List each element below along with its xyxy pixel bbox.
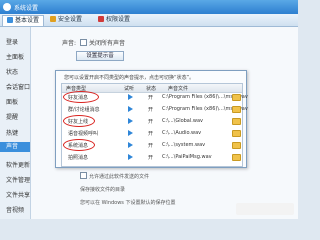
sidebar: 登录 主面板 状态 会话窗口 面板 提醒 热键 声音 软件更新 文件管理 文件共… bbox=[0, 27, 31, 219]
sound-status[interactable]: 开 bbox=[148, 130, 153, 137]
sound-type: 群/讨论组消息 bbox=[68, 107, 100, 113]
shield-icon bbox=[50, 16, 56, 22]
sound-type: 语音视频呼叫 bbox=[68, 131, 99, 137]
play-icon[interactable] bbox=[128, 118, 133, 124]
tab-security-label: 安全设置 bbox=[58, 16, 83, 23]
lock-icon bbox=[98, 16, 104, 22]
play-icon[interactable] bbox=[128, 142, 133, 148]
tab-security-settings[interactable]: 安全设置 bbox=[50, 15, 82, 25]
sidebar-item-av[interactable]: 音视频 bbox=[6, 205, 24, 214]
checkbox-box[interactable] bbox=[80, 172, 87, 179]
sound-status[interactable]: 开 bbox=[148, 154, 153, 161]
save-dir-label: 保存接收文件的目录 bbox=[80, 187, 126, 193]
tab-basic-settings[interactable]: 基本设置 bbox=[2, 15, 45, 26]
column-header-file[interactable]: 声音文件 bbox=[168, 85, 188, 92]
highlight-circle bbox=[63, 91, 99, 103]
table-row[interactable]: 群/讨论组消息 开 C:\Program Files (x86)\...\msg… bbox=[62, 105, 248, 114]
folder-icon[interactable] bbox=[232, 106, 241, 113]
folder-icon[interactable] bbox=[232, 94, 241, 101]
save-location-hint: 您可以在 Windows 下设置默认的保存位置 bbox=[80, 200, 176, 206]
table-row[interactable]: 拍照消息 开 C:\...\PaiPaiMsg.wav bbox=[62, 153, 242, 162]
sound-settings-dialog: 您可以设置开启不同类型的声音提示，点击可切换“状态”。 声音类型 试听 状态 声… bbox=[55, 70, 248, 168]
folder-icon[interactable] bbox=[232, 154, 241, 161]
folder-icon[interactable] bbox=[232, 142, 241, 149]
play-icon[interactable] bbox=[128, 94, 133, 100]
sound-file: C:\...\PaiPaiMsg.wav bbox=[162, 154, 212, 160]
sound-status[interactable]: 开 bbox=[148, 94, 153, 101]
sound-type: 拍照消息 bbox=[68, 155, 89, 161]
play-icon[interactable] bbox=[128, 130, 133, 136]
sound-table: 声音类型 试听 状态 声音文件 好友消息 开 C:\Program Files … bbox=[61, 83, 248, 167]
sidebar-item-update[interactable]: 软件更新 bbox=[6, 160, 30, 169]
folder-icon[interactable] bbox=[232, 118, 241, 125]
highlight-circle bbox=[63, 115, 95, 127]
sidebar-item-main-panel[interactable]: 主面板 bbox=[6, 52, 24, 61]
sidebar-item-hotkey[interactable]: 热键 bbox=[6, 128, 18, 137]
sound-label: 声音: bbox=[62, 40, 77, 47]
tab-permission-settings[interactable]: 权限设置 bbox=[98, 15, 130, 25]
set-tone-button[interactable]: 设置提示音 bbox=[76, 51, 124, 61]
column-header-preview[interactable]: 试听 bbox=[124, 85, 134, 92]
sidebar-item-login[interactable]: 登录 bbox=[6, 37, 18, 46]
dialog-hint: 您可以设置开启不同类型的声音提示，点击可切换“状态”。 bbox=[64, 75, 195, 81]
allow-files-label: 允许通过此软件发送的文件 bbox=[89, 174, 150, 180]
app-logo-icon bbox=[3, 3, 11, 11]
column-header-status[interactable]: 状态 bbox=[146, 85, 156, 92]
table-row[interactable]: 语音视频呼叫 开 C:\...\Audio.wav bbox=[62, 129, 242, 138]
tab-permission-label: 权限设置 bbox=[106, 16, 131, 23]
mute-all-checkbox[interactable]: 关闭所有声音 bbox=[80, 38, 125, 47]
sound-status[interactable]: 开 bbox=[148, 142, 153, 149]
checkbox-box[interactable] bbox=[80, 39, 87, 46]
watermark bbox=[236, 203, 294, 215]
tab-basic-label: 基本设置 bbox=[15, 17, 40, 24]
folder-icon[interactable] bbox=[232, 130, 241, 137]
sound-file: C:\...\Global.wav bbox=[162, 118, 203, 124]
mute-all-label: 关闭所有声音 bbox=[89, 40, 126, 47]
play-icon[interactable] bbox=[128, 154, 133, 160]
window-title: 系统设置 bbox=[14, 5, 39, 12]
title-bar: 系统设置 bbox=[0, 0, 298, 14]
sidebar-item-sound[interactable]: 声音 bbox=[0, 142, 30, 152]
sound-status[interactable]: 开 bbox=[148, 106, 153, 113]
sidebar-item-status[interactable]: 状态 bbox=[6, 67, 18, 76]
sidebar-item-chat-window[interactable]: 会话窗口 bbox=[6, 82, 30, 91]
play-icon[interactable] bbox=[128, 106, 133, 112]
sidebar-item-reminder[interactable]: 提醒 bbox=[6, 112, 18, 121]
settings-icon bbox=[7, 17, 13, 23]
sidebar-item-file-sharing[interactable]: 文件共享 bbox=[6, 190, 30, 199]
sound-file: C:\...\Audio.wav bbox=[162, 130, 202, 136]
highlight-circle bbox=[63, 139, 95, 151]
sidebar-item-panel[interactable]: 面板 bbox=[6, 97, 18, 106]
allow-files-option[interactable]: 允许通过此软件发送的文件 bbox=[80, 172, 149, 180]
sidebar-item-file-management[interactable]: 文件管理 bbox=[6, 175, 30, 184]
sound-file: C:\...\system.wav bbox=[162, 142, 206, 148]
tab-bar: 基本设置 安全设置 权限设置 bbox=[0, 14, 298, 27]
sound-status[interactable]: 开 bbox=[148, 118, 153, 125]
